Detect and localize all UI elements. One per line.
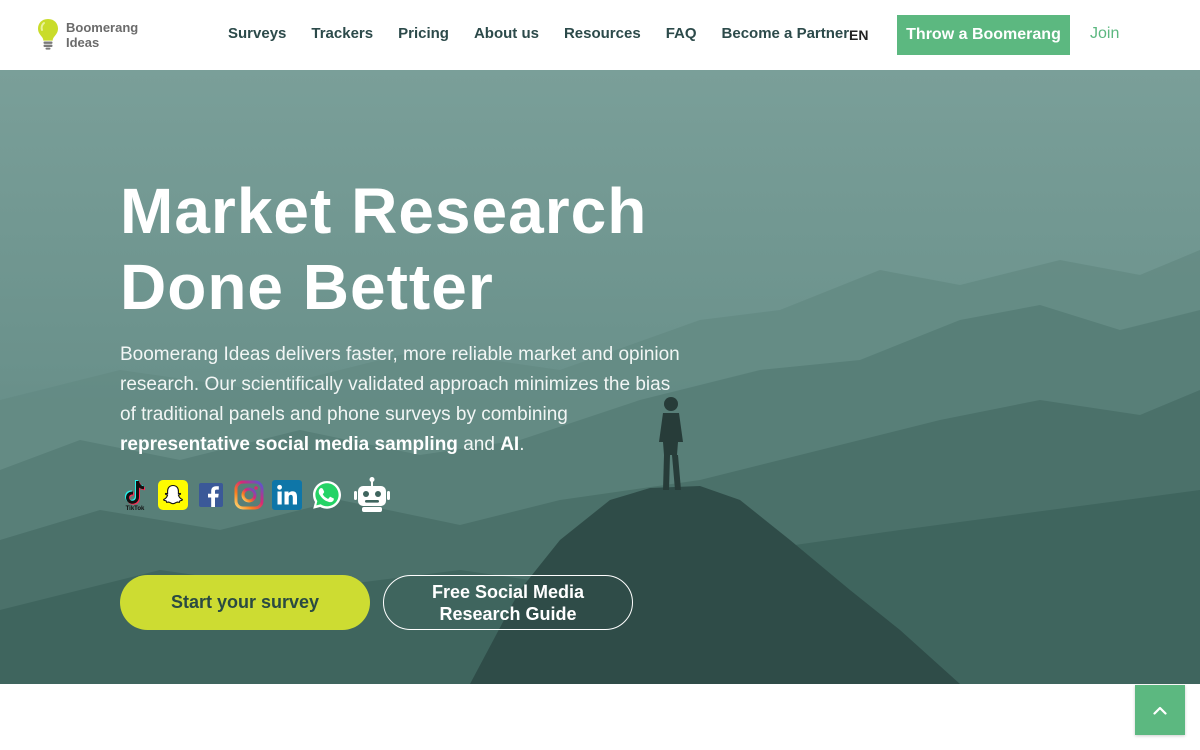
- throw-boomerang-button[interactable]: Throw a Boomerang: [897, 15, 1070, 55]
- linkedin-icon: [272, 480, 302, 510]
- desc-part3: .: [519, 434, 525, 455]
- free-guide-button[interactable]: Free Social Media Research Guide: [383, 575, 633, 630]
- tiktok-label: TikTok: [126, 506, 145, 512]
- nav-item-pricing[interactable]: Pricing: [398, 24, 449, 44]
- join-link[interactable]: Join: [1090, 25, 1119, 43]
- robot-icon: [354, 477, 390, 512]
- brand-name-line1: Boomerang: [66, 20, 139, 35]
- facebook-icon: [199, 483, 223, 507]
- desc-part1: Boomerang Ideas delivers faster, more re…: [120, 344, 680, 425]
- desc-bold-social-sampling: representative social media sampling: [120, 434, 458, 455]
- main-nav: Surveys Trackers Pricing About us Resour…: [228, 24, 874, 44]
- nav-item-about-us[interactable]: About us: [474, 24, 539, 44]
- tiktok-icon: TikTok: [125, 480, 145, 512]
- hero-section: Market Research Done Better Boomerang Id…: [0, 70, 1200, 684]
- hero-headline-line2: Done Better: [120, 251, 494, 323]
- snapchat-icon: [158, 480, 188, 510]
- hero-headline: Market Research Done Better: [120, 173, 820, 325]
- nav-item-trackers[interactable]: Trackers: [311, 24, 373, 44]
- desc-part2: and: [457, 434, 501, 455]
- free-guide-label-line2: Research Guide: [439, 603, 577, 624]
- brand-name: Boomerang Ideas: [66, 20, 138, 50]
- social-platform-icons: TikTok: [120, 476, 400, 514]
- nav-item-become-partner[interactable]: Become a Partner: [722, 24, 850, 44]
- nav-item-faq[interactable]: FAQ: [666, 24, 697, 44]
- desc-bold-ai: AI: [500, 434, 520, 455]
- free-guide-label-line1: Free Social Media: [431, 581, 585, 602]
- brand-logo[interactable]: Boomerang Ideas: [36, 18, 138, 50]
- hero-description: Boomerang Ideas delivers faster, more re…: [120, 340, 680, 460]
- site-header: Boomerang Ideas Surveys Trackers Pricing…: [0, 0, 1200, 70]
- nav-item-resources[interactable]: Resources: [564, 24, 641, 44]
- scroll-to-top-button[interactable]: [1135, 685, 1185, 735]
- chevron-up-icon: [1153, 706, 1167, 715]
- instagram-icon: [234, 480, 264, 510]
- nav-item-surveys[interactable]: Surveys: [228, 24, 286, 44]
- brand-name-line2: Ideas: [66, 35, 100, 50]
- whatsapp-icon: [313, 481, 341, 509]
- language-selector[interactable]: EN: [849, 27, 868, 43]
- start-survey-button[interactable]: Start your survey: [120, 575, 370, 630]
- hero-headline-line1: Market Research: [120, 175, 648, 247]
- lightbulb-icon: [38, 19, 58, 50]
